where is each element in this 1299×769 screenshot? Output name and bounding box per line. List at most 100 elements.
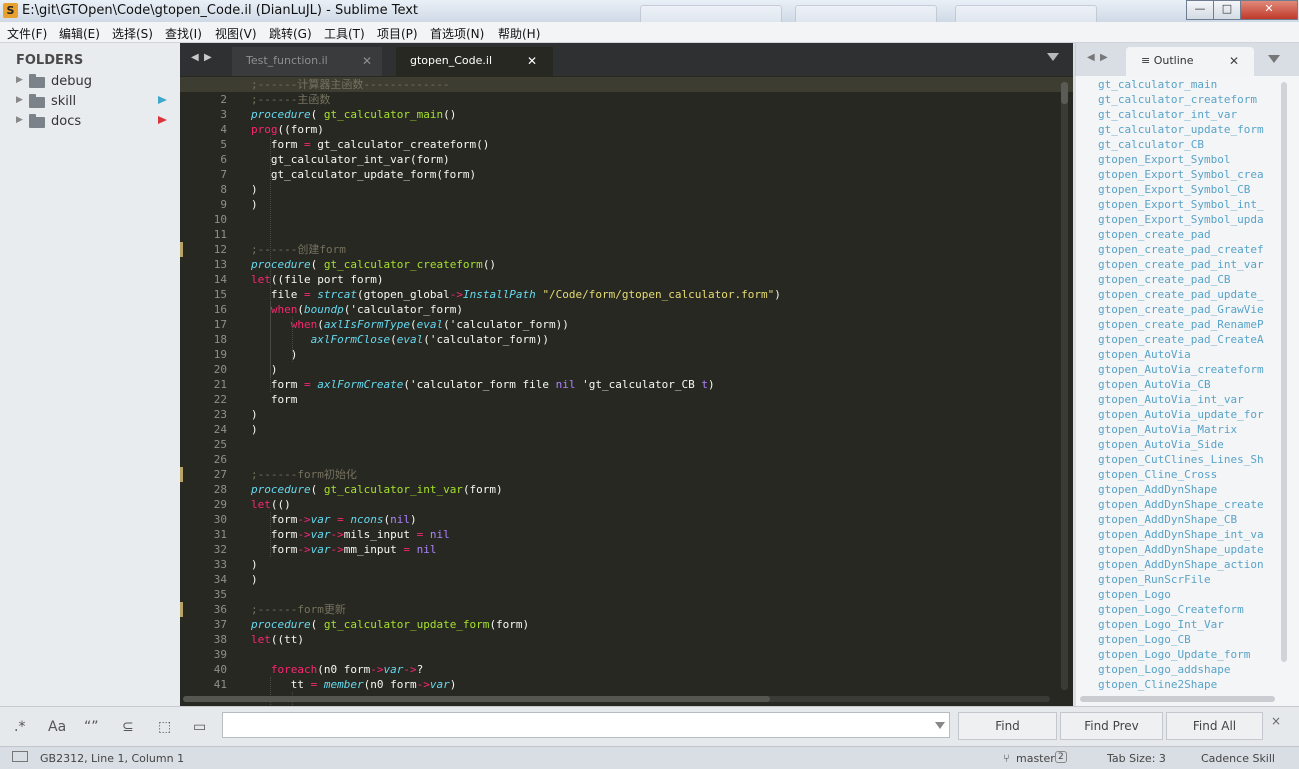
- outline-item[interactable]: gt_calculator_createform: [1098, 92, 1278, 107]
- tree-item-skill[interactable]: ▶ skill: [0, 92, 180, 112]
- outline-item[interactable]: gt_calculator_int_var: [1098, 107, 1278, 122]
- expand-arrow-icon[interactable]: ▶: [16, 115, 23, 125]
- editor-hscroll-thumb[interactable]: [183, 696, 770, 702]
- wrap-toggle[interactable]: ⊆: [122, 719, 134, 735]
- outline-dropdown-icon[interactable]: [1268, 55, 1280, 63]
- outline-item[interactable]: gtopen_CutClines_Lines_Sh: [1098, 452, 1278, 467]
- outline-item[interactable]: gtopen_AutoVia_CB: [1098, 377, 1278, 392]
- code-line[interactable]: let((): [251, 497, 291, 512]
- tree-item-debug[interactable]: ▶ debug: [0, 72, 180, 92]
- outline-item[interactable]: gtopen_Logo_addshape: [1098, 662, 1278, 677]
- outline-prev-icon[interactable]: ◀: [1087, 52, 1095, 63]
- outline-item[interactable]: gtopen_Export_Symbol_int_: [1098, 197, 1278, 212]
- outline-item[interactable]: gtopen_AutoVia_createform: [1098, 362, 1278, 377]
- find-history-dropdown-icon[interactable]: [935, 722, 945, 729]
- code-line[interactable]: form->var->mils_input = nil: [251, 527, 450, 542]
- outline-item[interactable]: gtopen_create_pad_int_var: [1098, 257, 1278, 272]
- code-line[interactable]: ): [251, 407, 258, 422]
- code-line[interactable]: procedure( gt_calculator_createform(): [251, 257, 496, 272]
- outline-item[interactable]: gtopen_create_pad_CB: [1098, 272, 1278, 287]
- outline-item[interactable]: gtopen_Export_Symbol_upda: [1098, 212, 1278, 227]
- code-line[interactable]: ): [251, 557, 258, 572]
- menu-help[interactable]: 帮助(H): [498, 25, 540, 42]
- maximize-button[interactable]: □: [1213, 0, 1241, 20]
- expand-arrow-icon[interactable]: ▶: [16, 75, 23, 85]
- find-input[interactable]: [222, 712, 950, 738]
- regex-toggle[interactable]: .*: [14, 719, 25, 735]
- outline-horizontal-scrollbar[interactable]: [1080, 696, 1275, 702]
- menu-preferences[interactable]: 首选项(N): [430, 25, 484, 42]
- code-line[interactable]: file = strcat(gtopen_global->InstallPath…: [251, 287, 781, 302]
- outline-item[interactable]: gtopen_Export_Symbol: [1098, 152, 1278, 167]
- find-close-icon[interactable]: ×: [1271, 714, 1281, 728]
- code-line[interactable]: form = axlFormCreate('calculator_form fi…: [251, 377, 715, 392]
- code-line[interactable]: procedure( gt_calculator_int_var(form): [251, 482, 503, 497]
- outline-item[interactable]: gtopen_Logo_Createform: [1098, 602, 1278, 617]
- outline-item[interactable]: gtopen_Logo_CB: [1098, 632, 1278, 647]
- outline-item[interactable]: gtopen_Logo_Update_form: [1098, 647, 1278, 662]
- minimize-button[interactable]: —: [1186, 0, 1214, 20]
- status-encoding-position[interactable]: GB2312, Line 1, Column 1: [40, 752, 184, 765]
- outline-item[interactable]: gtopen_AddDynShape: [1098, 482, 1278, 497]
- syntax-mode[interactable]: Cadence Skill: [1201, 752, 1275, 765]
- code-line[interactable]: tt = member(n0 form->var): [251, 677, 457, 692]
- outline-item[interactable]: gtopen_create_pad_createf: [1098, 242, 1278, 257]
- tab-outline[interactable]: ≡ Outline ✕: [1126, 47, 1254, 76]
- tab-next-icon[interactable]: ▶: [204, 52, 212, 63]
- code-line[interactable]: prog((form): [251, 122, 324, 137]
- outline-item[interactable]: gtopen_AutoVia: [1098, 347, 1278, 362]
- code-line[interactable]: ): [251, 362, 278, 377]
- menu-tools[interactable]: 工具(T): [324, 25, 365, 42]
- code-line[interactable]: ): [251, 572, 258, 587]
- outline-item[interactable]: gtopen_AddDynShape_update: [1098, 542, 1278, 557]
- outline-item[interactable]: gtopen_AutoVia_Side: [1098, 437, 1278, 452]
- editor-scrollbar-thumb[interactable]: [1061, 82, 1068, 104]
- expand-arrow-icon[interactable]: ▶: [16, 95, 23, 105]
- code-line[interactable]: foreach(n0 form->var->?: [251, 662, 423, 677]
- tree-item-docs[interactable]: ▶ docs: [0, 112, 180, 132]
- outline-scrollbar[interactable]: [1281, 82, 1287, 662]
- outline-item[interactable]: gtopen_create_pad_GrawVie: [1098, 302, 1278, 317]
- code-line[interactable]: ): [251, 182, 258, 197]
- outline-item[interactable]: gtopen_AddDynShape_int_va: [1098, 527, 1278, 542]
- code-line[interactable]: ;------form更新: [251, 602, 346, 617]
- outline-item[interactable]: gtopen_AddDynShape_create: [1098, 497, 1278, 512]
- tab-size[interactable]: Tab Size: 3: [1107, 752, 1166, 765]
- outline-item[interactable]: gtopen_Cline_Cross: [1098, 467, 1278, 482]
- code-line[interactable]: ;------创建form: [251, 242, 346, 257]
- code-line[interactable]: form: [251, 392, 298, 407]
- menu-view[interactable]: 视图(V): [215, 25, 257, 42]
- outline-close-icon[interactable]: ✕: [1229, 54, 1239, 68]
- code-line[interactable]: gt_calculator_int_var(form): [251, 152, 450, 167]
- outline-item[interactable]: gtopen_Export_Symbol_crea: [1098, 167, 1278, 182]
- outline-item[interactable]: gtopen_create_pad_update_: [1098, 287, 1278, 302]
- code-line[interactable]: ;------主函数: [251, 92, 330, 107]
- tab-gtopen-code[interactable]: gtopen_Code.il ✕: [396, 47, 553, 76]
- outline-item[interactable]: gtopen_AutoVia_Matrix: [1098, 422, 1278, 437]
- code-line[interactable]: gt_calculator_update_form(form): [251, 167, 476, 182]
- tab-dropdown-icon[interactable]: [1047, 53, 1059, 61]
- whole-word-toggle[interactable]: “”: [84, 719, 99, 735]
- outline-item[interactable]: gtopen_AddDynShape_CB: [1098, 512, 1278, 527]
- menu-project[interactable]: 项目(P): [377, 25, 418, 42]
- outline-item[interactable]: gtopen_create_pad: [1098, 227, 1278, 242]
- git-branch[interactable]: master: [1016, 752, 1055, 765]
- outline-item[interactable]: gtopen_Logo_Int_Var: [1098, 617, 1278, 632]
- code-editor[interactable]: 1234567891011121314151617181920212223242…: [180, 76, 1073, 706]
- menu-file[interactable]: 文件(F): [7, 25, 47, 42]
- find-all-button[interactable]: Find All: [1166, 712, 1263, 740]
- outline-item[interactable]: gtopen_Logo: [1098, 587, 1278, 602]
- code-line[interactable]: when(boundp('calculator_form): [251, 302, 463, 317]
- code-line[interactable]: ;------计算器主函数-------------: [251, 77, 449, 92]
- outline-item[interactable]: gtopen_create_pad_CreateA: [1098, 332, 1278, 347]
- in-selection-toggle[interactable]: ⬚: [158, 719, 171, 735]
- code-line[interactable]: ): [251, 197, 258, 212]
- panel-toggle-icon[interactable]: [12, 751, 28, 762]
- outline-next-icon[interactable]: ▶: [1100, 52, 1108, 63]
- menu-edit[interactable]: 编辑(E): [59, 25, 100, 42]
- code-line[interactable]: let((tt): [251, 632, 304, 647]
- code-line[interactable]: form = gt_calculator_createform(): [251, 137, 490, 152]
- case-sensitive-toggle[interactable]: Aa: [48, 719, 66, 735]
- code-line[interactable]: ): [251, 422, 258, 437]
- outline-item[interactable]: gt_calculator_main: [1098, 77, 1278, 92]
